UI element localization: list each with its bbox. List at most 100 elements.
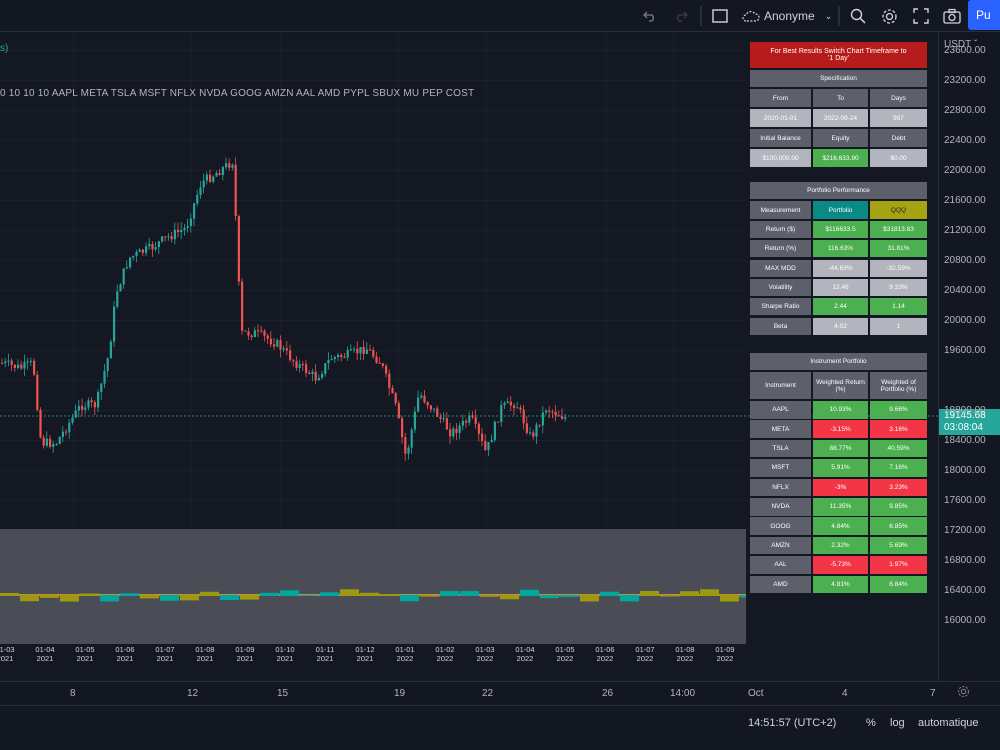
candle-body [231, 164, 234, 168]
price-tick-label: 16800.00 [944, 554, 986, 566]
time-axis[interactable]: 8 12 15 19 22 26 14:00 Oct 4 7 [0, 681, 1000, 705]
search-icon[interactable] [848, 4, 868, 28]
candle-body [385, 365, 388, 374]
oscillator-bar [280, 590, 299, 596]
gear-icon[interactable] [957, 685, 970, 701]
instrument-row-name: AAL [750, 556, 811, 574]
candle-body [180, 229, 183, 232]
perf-row-portfolio: 116.63% [813, 240, 868, 258]
candle-body [279, 340, 282, 350]
date-year: 2021 [236, 653, 254, 663]
clock-timezone[interactable]: 14:51:57 (UTC+2) [748, 717, 836, 729]
layout-selector[interactable]: Anonyme ⌄ [742, 6, 832, 26]
candle-body [183, 227, 186, 230]
candle-body [452, 428, 455, 437]
oscillator-date-label: 01-09 2022 [708, 645, 742, 663]
instrument-row-weight: 3.23% [870, 478, 927, 497]
candle-body [285, 348, 288, 351]
time-tick-label: Oct [748, 688, 764, 699]
candle-body [125, 267, 128, 269]
instrument-header-return: Weighted Return (%) [813, 372, 868, 399]
instrument-portfolio-table: Instrument Portfolio Instrument Weighted… [750, 353, 928, 594]
candle-body [359, 346, 362, 354]
candle-body [103, 370, 106, 384]
publish-button[interactable]: Pu [968, 0, 1000, 30]
oscillator-bar [740, 595, 746, 598]
candle-body [228, 163, 231, 168]
candle-body [81, 406, 84, 410]
candle-body [548, 410, 551, 412]
auto-scale-toggle[interactable]: automatique [918, 717, 979, 729]
oscillator-bar [160, 595, 179, 601]
candle-body [372, 350, 375, 357]
time-tick-label: 26 [602, 688, 614, 699]
candle-body [468, 415, 471, 423]
spec-days-label: Days [870, 89, 927, 107]
candle-body [77, 406, 80, 411]
candle-body [215, 172, 218, 177]
oscillator-date-label: 01-08 2022 [668, 645, 702, 663]
candle-body [244, 330, 247, 332]
time-tick-label: 15 [277, 688, 289, 699]
camera-icon[interactable] [941, 4, 963, 28]
candle-body [109, 341, 112, 359]
candle-body [538, 424, 541, 426]
date-year: 2021 [116, 653, 134, 663]
undo-icon[interactable] [640, 4, 660, 28]
candle-body [449, 429, 452, 437]
candle-body [298, 364, 301, 368]
date-year: 2021 [276, 653, 294, 663]
candle-body [481, 433, 484, 442]
candle-body [465, 420, 468, 423]
candle-body [234, 164, 237, 217]
candle-body [263, 330, 266, 336]
percent-scale-toggle[interactable]: % [866, 717, 876, 729]
candle-body [132, 255, 135, 258]
candle-body [119, 284, 122, 292]
instrument-row-return: 4.84% [813, 517, 868, 535]
candle-body [250, 335, 253, 338]
gear-icon[interactable] [879, 4, 899, 28]
spec-initial-label: Initial Balance [750, 129, 811, 147]
perf-header-portfolio: Portfolio [813, 201, 868, 219]
date-year: 2022 [396, 653, 414, 663]
redo-icon[interactable] [671, 4, 691, 28]
candle-body [317, 377, 320, 381]
perf-row-qqq: -32.59% [870, 259, 927, 277]
candle-body [212, 176, 215, 182]
oscillator-bar [620, 595, 639, 602]
candle-body [205, 174, 208, 181]
fullscreen-icon[interactable] [911, 4, 931, 28]
instrument-row-weight: 40.59% [870, 439, 927, 458]
candle-body [295, 361, 298, 368]
candle-body [346, 350, 349, 358]
bottom-status-bar: 14:51:57 (UTC+2) % log automatique [0, 705, 1000, 750]
layout-square-icon[interactable] [710, 4, 730, 28]
date-year: 2022 [516, 653, 534, 663]
date-year: 2021 [196, 653, 214, 663]
log-scale-toggle[interactable]: log [890, 717, 905, 729]
oscillator-bar [140, 595, 159, 599]
chart-pane[interactable]: s) 0 10 10 10 AAPL META TSLA MSFT NFLX N… [0, 33, 938, 681]
perf-row-qqq: $31813.83 [870, 221, 927, 238]
candle-body [247, 331, 250, 336]
candle-body [445, 418, 448, 430]
candle-body [4, 361, 7, 364]
price-axis[interactable]: USDT ˇ 19145.68 03:08:04 23600.00 23200.0… [938, 33, 1000, 681]
date-year: 2021 [76, 653, 94, 663]
candle-body [426, 402, 429, 406]
perf-row-label: Return (%) [750, 240, 811, 258]
candle-body [167, 236, 170, 238]
candle-body [423, 395, 426, 403]
oscillator-pane[interactable] [0, 529, 746, 644]
oscillator-date-label: 01-06 2021 [108, 645, 142, 663]
date-year: 2022 [436, 653, 454, 663]
instrument-row-return: -3.15% [813, 420, 868, 438]
candle-body [487, 442, 490, 451]
candle-body [391, 387, 394, 394]
candle-body [135, 251, 138, 256]
oscillator-date-label: 01-07 2022 [628, 645, 662, 663]
oscillator-bar [520, 589, 539, 596]
candle-body [420, 395, 423, 398]
date-year: 2021 [36, 653, 54, 663]
